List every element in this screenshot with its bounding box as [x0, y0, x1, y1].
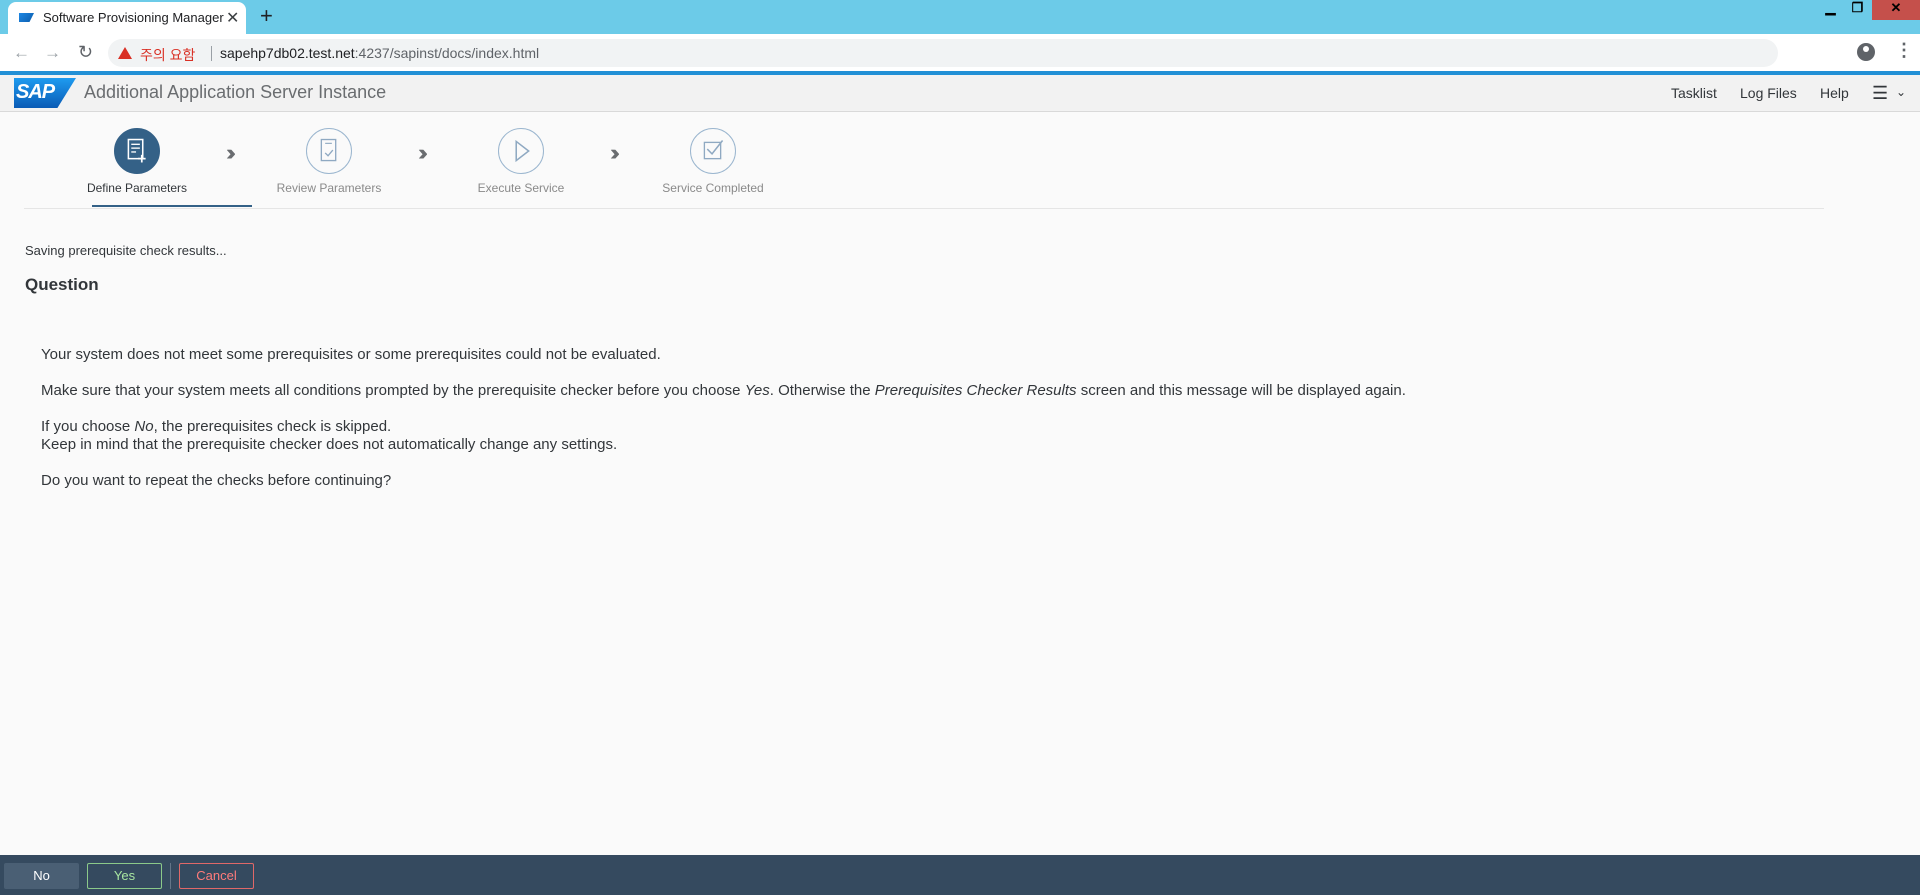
sap-logo: SAP [14, 78, 76, 108]
sap-favicon-icon [19, 13, 34, 22]
forward-arrow-icon[interactable]: → [44, 43, 61, 63]
hamburger-menu-icon[interactable]: ☰ [1872, 83, 1888, 104]
roadmap-step-review-parameters[interactable]: Review Parameters [250, 112, 410, 208]
back-arrow-icon[interactable]: ← [13, 43, 30, 63]
step-label: Define Parameters [86, 181, 188, 195]
help-link[interactable]: Help [1820, 85, 1849, 101]
url-text[interactable]: sapehp7db02.test.net:4237/sapinst/docs/i… [220, 45, 539, 61]
profile-avatar-icon[interactable] [1857, 43, 1875, 61]
message-line-1: Your system does not meet some prerequis… [41, 346, 661, 363]
roadmap-step-service-completed[interactable]: Service Completed [634, 112, 794, 208]
step-separator-icon: ››› [610, 140, 620, 165]
step-label: Execute Service [477, 181, 565, 195]
no-button[interactable]: No [4, 863, 79, 889]
message-line-5: Do you want to repeat the checks before … [41, 472, 392, 489]
reload-icon[interactable]: ↻ [78, 42, 93, 63]
tab-title: Software Provisioning Manager [43, 10, 224, 25]
close-window-button[interactable]: ✕ [1872, 0, 1920, 20]
browser-tabbar: Software Provisioning Manager ✕ + ▁ ❐ ✕ [0, 0, 1920, 34]
security-warning-label[interactable]: 주의 요함 [140, 45, 195, 65]
address-bar[interactable]: 주의 요함 sapehp7db02.test.net:4237/sapinst/… [108, 39, 1778, 67]
footer-toolbar: No Yes Cancel [0, 855, 1920, 895]
warning-icon[interactable] [118, 47, 132, 59]
play-icon [498, 128, 544, 174]
log-files-link[interactable]: Log Files [1740, 85, 1797, 101]
sap-shell-bar: SAP Additional Application Server Instan… [0, 75, 1920, 112]
step-label: Review Parameters [276, 181, 382, 195]
url-path: :4237/sapinst/docs/index.html [354, 45, 540, 61]
cancel-button[interactable]: Cancel [179, 863, 254, 889]
browser-tab[interactable]: Software Provisioning Manager ✕ [8, 2, 246, 34]
restore-window-button[interactable]: ❐ [1845, 0, 1870, 20]
footer-divider [170, 863, 171, 889]
roadmap-step-execute-service[interactable]: Execute Service [442, 112, 602, 208]
define-parameters-icon [114, 128, 160, 174]
message-line-3: If you choose No, the prerequisites chec… [41, 418, 392, 435]
new-tab-button[interactable]: + [260, 3, 273, 29]
step-separator-icon: ››› [418, 140, 428, 165]
browser-toolbar: ← → ↻ 주의 요함 sapehp7db02.test.net:4237/sa… [0, 34, 1920, 71]
message-line-4: Keep in mind that the prerequisite check… [41, 436, 618, 453]
tasklist-link[interactable]: Tasklist [1671, 85, 1717, 101]
roadmap: Define Parameters ››› Review Parameters … [24, 112, 1824, 209]
step-separator-icon: ››› [226, 140, 236, 165]
roadmap-step-define-parameters[interactable]: Define Parameters [58, 112, 252, 208]
app-title: Additional Application Server Instance [84, 82, 387, 102]
checkbox-checked-icon [690, 128, 736, 174]
close-tab-icon[interactable]: ✕ [226, 8, 239, 28]
message-line-2: Make sure that your system meets all con… [41, 382, 1406, 399]
browser-menu-icon[interactable]: ⋮ [1895, 40, 1913, 61]
yes-button[interactable]: Yes [87, 863, 162, 889]
review-parameters-icon [306, 128, 352, 174]
chevron-down-icon[interactable]: ⌄ [1896, 85, 1906, 99]
step-label: Service Completed [662, 181, 764, 195]
minimize-window-button[interactable]: ▁ [1818, 0, 1843, 20]
question-heading: Question [25, 275, 99, 294]
omnibox-divider [211, 46, 212, 61]
url-host: sapehp7db02.test.net [220, 45, 355, 61]
active-step-underline [92, 205, 252, 207]
status-text: Saving prerequisite check results... [25, 243, 227, 258]
